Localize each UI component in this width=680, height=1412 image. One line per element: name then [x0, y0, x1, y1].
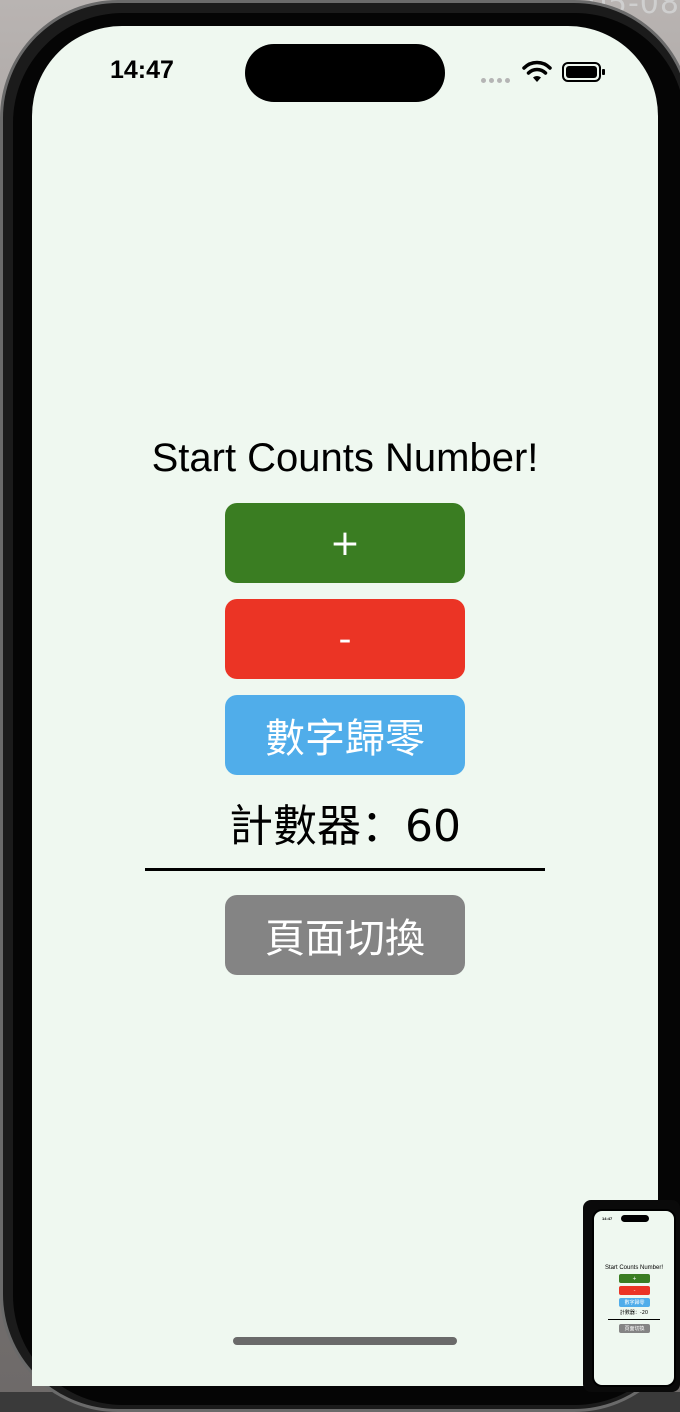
screenshot-thumbnail[interactable]: 14:47 Start Counts Number! + - 數字歸零 計數器：… [583, 1200, 680, 1392]
thumbnail-divider [608, 1319, 660, 1320]
thumbnail-increment-button: + [619, 1274, 650, 1283]
counter-label: 計數器：60 [229, 801, 461, 852]
thumbnail-screen: 14:47 Start Counts Number! + - 數字歸零 計數器：… [592, 1209, 676, 1387]
thumbnail-switch-button: 頁面切換 [619, 1324, 650, 1333]
thumbnail-decrement-button: - [619, 1286, 650, 1295]
increment-button[interactable]: + [225, 503, 465, 583]
thumbnail-time: 14:47 [602, 1216, 613, 1221]
main-content: Start Counts Number! + - 數字歸零 計數器：60 頁面切… [32, 26, 658, 1386]
thumbnail-title: Start Counts Number! [604, 1265, 664, 1271]
phone-screen: 14:47 Start Counts Number! + - 數字歸零 計數器：… [32, 26, 658, 1386]
divider [145, 868, 545, 871]
page-switch-button[interactable]: 頁面切換 [225, 895, 465, 975]
thumbnail-dynamic-island [621, 1215, 649, 1222]
thumbnail-counter: 計數器：-20 [619, 1310, 649, 1316]
home-indicator[interactable] [233, 1337, 457, 1345]
thumbnail-reset-button: 數字歸零 [619, 1298, 650, 1307]
page-title: Start Counts Number! [151, 436, 539, 480]
decrement-button[interactable]: - [225, 599, 465, 679]
reset-button[interactable]: 數字歸零 [225, 695, 465, 775]
